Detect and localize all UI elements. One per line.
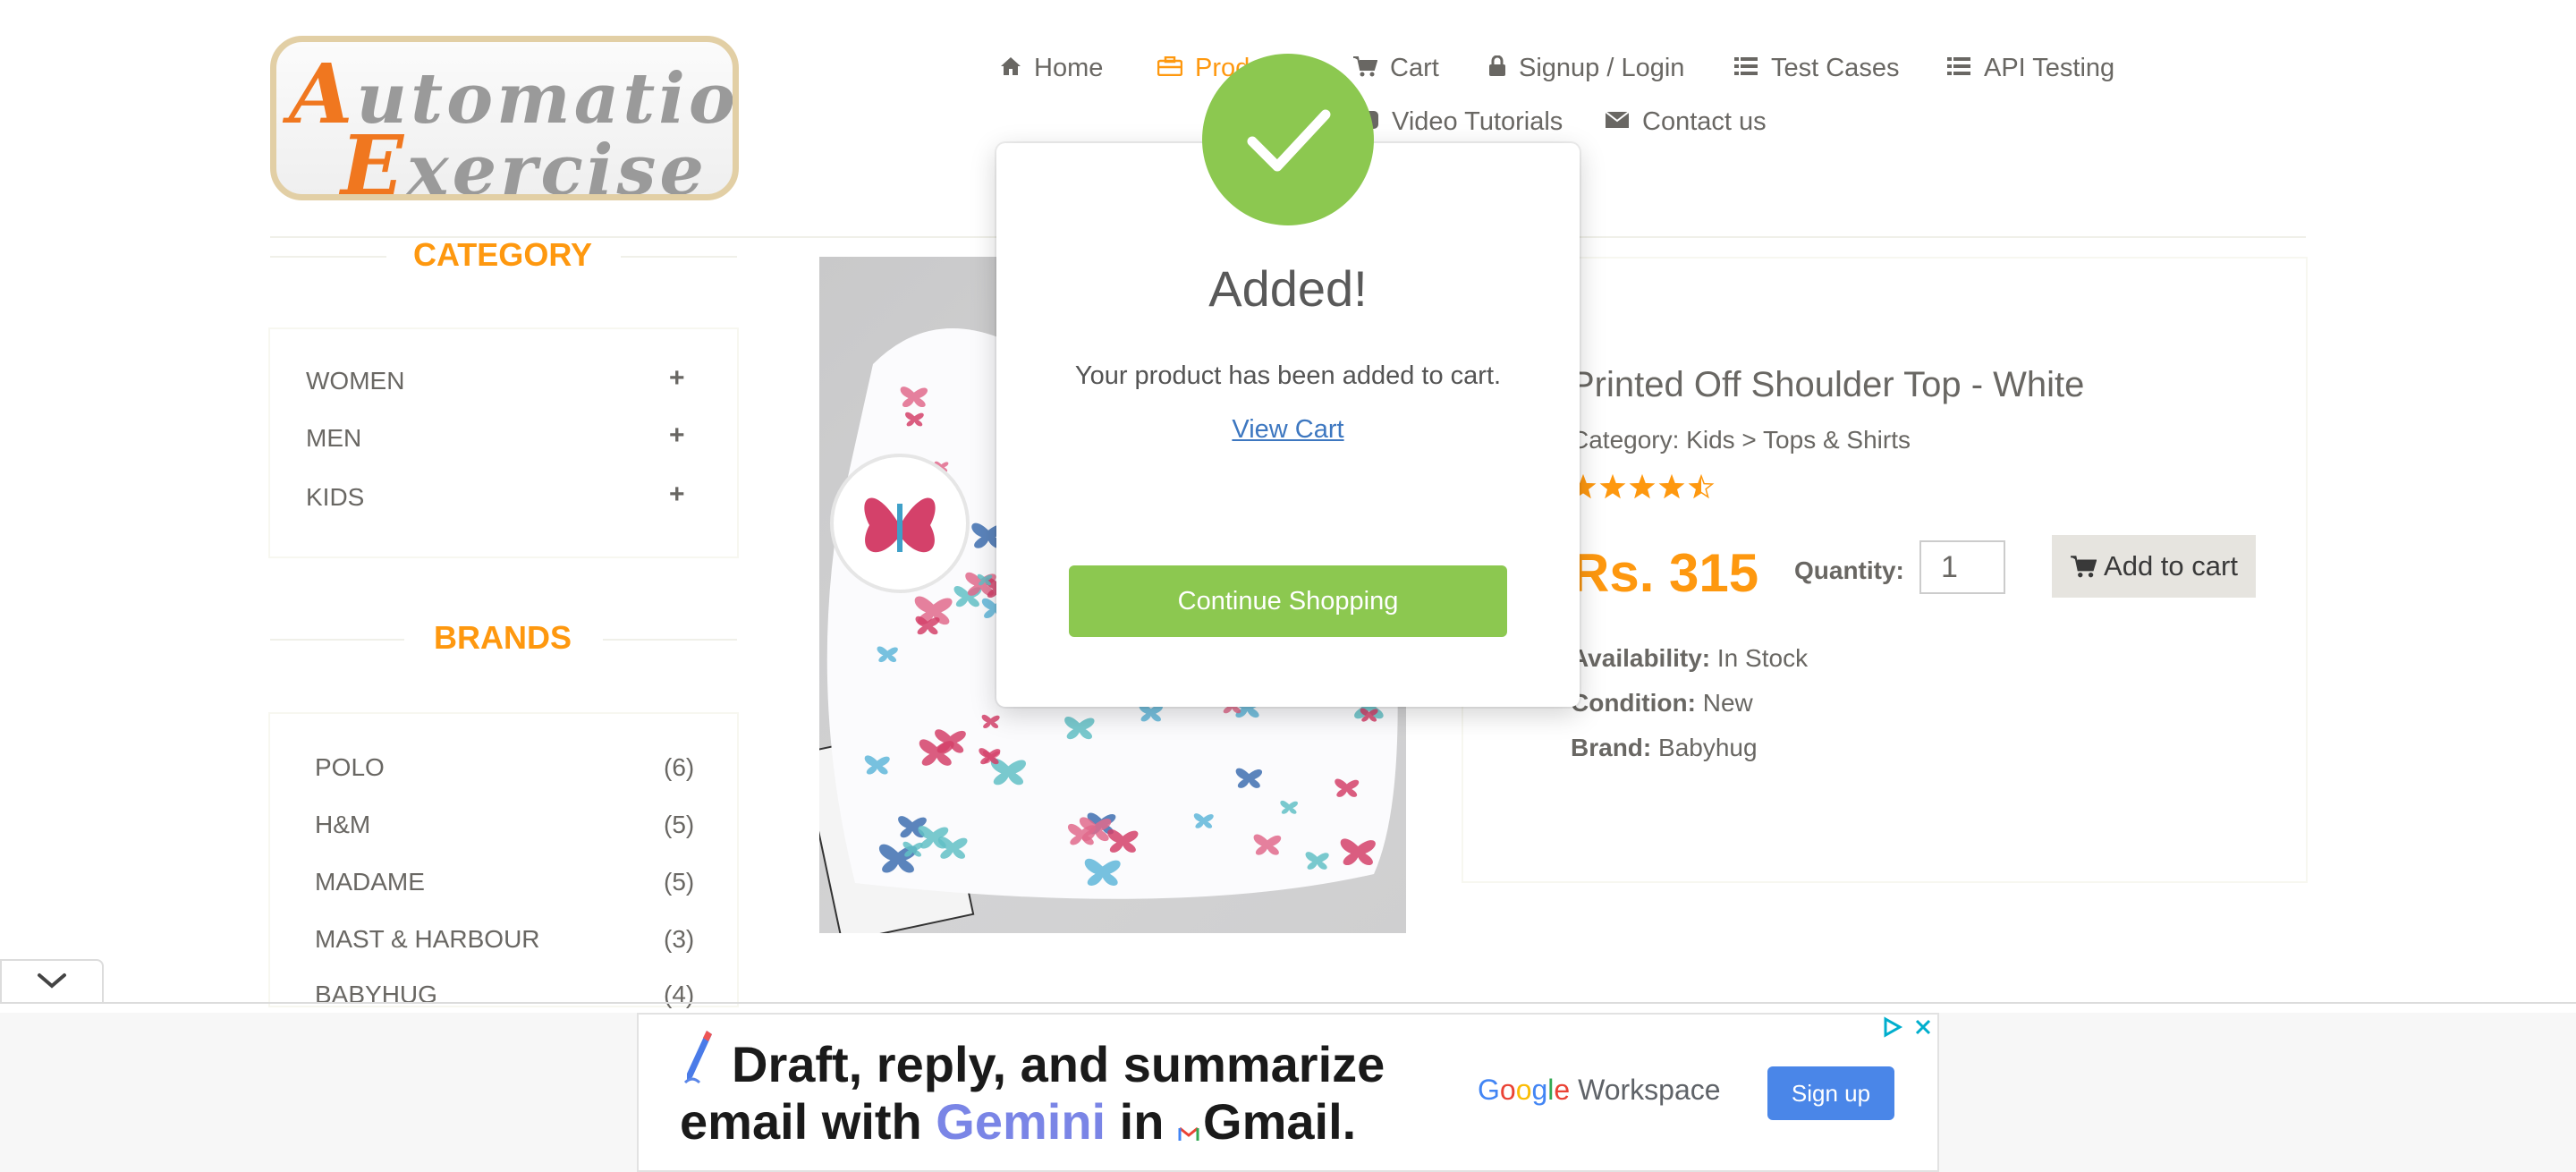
quantity-label: Quantity: — [1794, 556, 1904, 584]
modal-message: Your product has been added to cart. — [1074, 361, 1502, 390]
star-icon — [1631, 476, 1654, 497]
category-kids[interactable]: KIDS — [306, 483, 364, 512]
briefcase-icon — [1157, 55, 1183, 81]
availability-value: In Stock — [1716, 644, 1809, 672]
ad-signup-button[interactable]: Sign up — [1767, 1066, 1894, 1120]
adchoices-icon[interactable] — [1882, 1016, 1903, 1042]
ad-collapse-tab[interactable] — [0, 959, 104, 1002]
nav-test-cases-label: Test Cases — [1771, 54, 1900, 82]
nav-contact-us-label: Contact us — [1642, 107, 1767, 136]
category-rule-right — [621, 256, 737, 258]
nav-contact-us[interactable]: Contact us — [1605, 107, 1767, 137]
brand-value: Babyhug — [1658, 734, 1758, 761]
category-title: CATEGORY — [412, 236, 592, 273]
brands-rule-right — [603, 639, 737, 641]
site-logo[interactable]: Automation Exercise — [270, 36, 739, 200]
nav-signup-login[interactable]: Signup / Login — [1488, 54, 1684, 83]
condition-label: Condition: — [1571, 689, 1696, 717]
brands-title: BRANDS — [433, 619, 572, 656]
lock-icon — [1488, 55, 1506, 81]
ad-headline-2: email with Gemini in Gmail. — [680, 1097, 1356, 1151]
category-panel: WOMEN + MEN + KIDS + — [268, 327, 739, 558]
nav-api-testing[interactable]: API Testing — [1946, 54, 2114, 83]
brand-mast-harbour[interactable]: MAST & HARBOUR — [315, 925, 540, 954]
category-rule-left — [270, 256, 386, 258]
category-men[interactable]: MEN — [306, 424, 361, 453]
brands-rule-left — [270, 639, 404, 641]
list-icon — [1946, 56, 1971, 81]
ad-gemini: Gemini — [936, 1093, 1106, 1150]
expand-men-icon[interactable]: + — [669, 420, 685, 451]
rating-stars — [1570, 473, 1732, 505]
ad-line2-prefix: email with — [680, 1093, 936, 1150]
nav-cart-label: Cart — [1390, 54, 1439, 82]
nav-api-testing-label: API Testing — [1984, 54, 2115, 82]
nav-home-label: Home — [1034, 54, 1104, 82]
workspace-word: Workspace — [1578, 1074, 1721, 1106]
expand-women-icon[interactable]: + — [669, 363, 685, 394]
continue-shopping-button[interactable]: Continue Shopping — [1069, 565, 1507, 637]
nav-test-cases[interactable]: Test Cases — [1733, 54, 1899, 83]
envelope-icon — [1605, 110, 1630, 134]
list-icon — [1733, 56, 1758, 81]
success-check-icon — [1202, 54, 1374, 225]
ad-line2-mid: in — [1106, 1093, 1179, 1150]
quantity-input[interactable] — [1919, 540, 2005, 594]
home-icon — [1000, 56, 1021, 81]
google-workspace-brand: Google Workspace — [1478, 1074, 1721, 1107]
brands-panel: POLO (6) H&M (5) MADAME (5) MAST & HARBO… — [268, 712, 739, 1009]
brand-hm-count: (5) — [664, 811, 695, 838]
chevron-down-icon — [38, 973, 66, 989]
nav-home[interactable]: Home — [1000, 54, 1103, 83]
ad-gmail: Gmail. — [1203, 1093, 1357, 1150]
google-wordmark: Google — [1478, 1074, 1571, 1106]
brand-row: Brand: Babyhug — [1571, 734, 1758, 762]
add-to-cart-label: Add to cart — [2104, 550, 2238, 582]
brand-polo[interactable]: POLO — [315, 753, 385, 782]
brand-mast-harbour-count: (3) — [664, 925, 695, 953]
condition-row: Condition: New — [1571, 689, 1753, 718]
brand-polo-count: (6) — [664, 753, 695, 781]
brand-madame-count: (5) — [664, 868, 695, 896]
ad-headline-1: Draft, reply, and summarize — [732, 1036, 1385, 1092]
star-icon — [1660, 476, 1683, 497]
nav-video-tutorials-label: Video Tutorials — [1392, 107, 1563, 136]
availability-label: Availability: — [1571, 644, 1711, 672]
logo-line-2: Exercise — [341, 117, 708, 200]
close-ad-icon[interactable] — [1912, 1016, 1934, 1042]
product-price: Rs. 315 — [1571, 543, 1759, 603]
add-to-cart-button[interactable]: Add to cart — [2052, 535, 2256, 598]
ad-divider — [0, 1002, 2576, 1004]
brand-babyhug[interactable]: BABYHUG — [315, 981, 437, 1009]
brand-label: Brand: — [1571, 734, 1652, 761]
brand-hm[interactable]: H&M — [315, 811, 370, 839]
condition-value: New — [1702, 689, 1753, 717]
expand-kids-icon[interactable]: + — [669, 480, 685, 510]
view-cart-label[interactable]: View Cart — [1232, 415, 1343, 444]
product-category: Category: Kids > Tops & Shirts — [1571, 426, 1911, 454]
nav-signup-login-label: Signup / Login — [1519, 54, 1685, 82]
brand-madame[interactable]: MADAME — [315, 868, 425, 896]
product-title: Printed Off Shoulder Top - White — [1571, 365, 2085, 404]
category-women[interactable]: WOMEN — [306, 367, 404, 395]
view-cart-link[interactable]: View Cart — [996, 415, 1580, 445]
nav-video-tutorials[interactable]: Video Tutorials — [1352, 107, 1563, 137]
cart-icon — [2070, 555, 2097, 578]
availability-row: Availability: In Stock — [1571, 644, 1808, 673]
modal-title: Added! — [1208, 260, 1368, 317]
brand-babyhug-count: (4) — [664, 981, 695, 1008]
star-icon — [1601, 476, 1624, 497]
pen-icon — [683, 1029, 714, 1089]
gmail-icon — [1178, 1100, 1199, 1151]
